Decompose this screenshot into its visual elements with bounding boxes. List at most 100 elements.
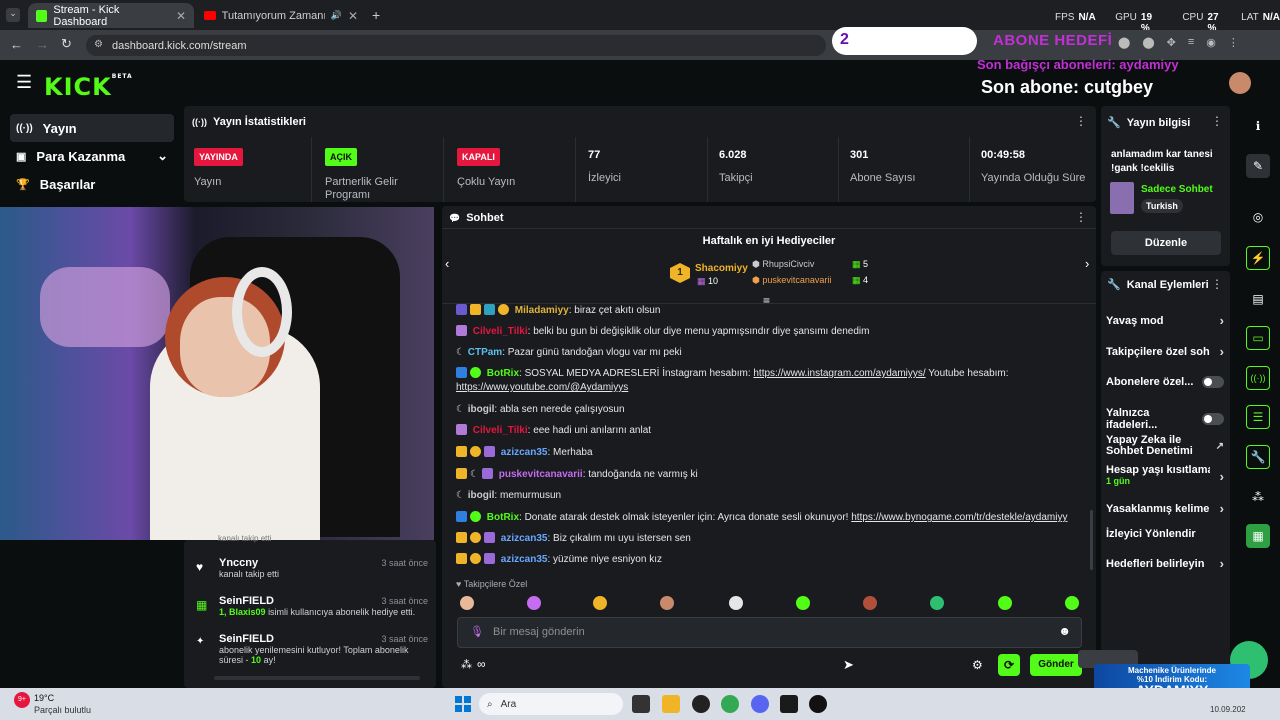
app-icon[interactable]: ▦	[1246, 524, 1270, 548]
extension-icon[interactable]: ⬤	[1142, 36, 1154, 49]
file-explorer-icon[interactable]	[662, 695, 680, 713]
infinity-icon[interactable]: ∞	[477, 657, 486, 671]
chat-username[interactable]: azizcan35	[501, 554, 548, 565]
menu-dots-icon[interactable]: ⋮	[1228, 36, 1239, 49]
emoji-icon[interactable]: ☻	[1058, 624, 1071, 638]
chat-link[interactable]: https://www.instagram.com/aydamiyys/	[753, 368, 925, 379]
chat-icon[interactable]: ▭	[1246, 326, 1270, 350]
chat-username[interactable]: puskevitcanavarii	[499, 469, 583, 480]
list-icon[interactable]: ☰	[1246, 405, 1270, 429]
chat-username[interactable]: Cilveli_Tilki	[473, 326, 528, 337]
chat-link[interactable]: https://www.bynogame.com/tr/destekle/ayd…	[851, 512, 1067, 523]
user-avatar[interactable]	[1229, 72, 1251, 94]
chat-username[interactable]: BotRix	[487, 368, 519, 379]
action-ai-moderation[interactable]: Yapay Zeka ile Sohbet Denetimi ↗	[1106, 435, 1224, 457]
subscribers-only-toggle[interactable]	[1202, 376, 1224, 388]
emote-icon[interactable]	[1065, 596, 1079, 610]
emote-icon[interactable]	[863, 596, 877, 610]
emote-icon[interactable]	[660, 596, 674, 610]
hamburger-menu-icon[interactable]: ☰	[16, 72, 32, 93]
chat-username[interactable]: BotRix	[487, 512, 519, 523]
task-view-icon[interactable]	[632, 695, 650, 713]
chat-menu-dots-icon[interactable]: ⋮	[1075, 210, 1087, 224]
action-account-age[interactable]: Hesap yaşı kısıtlaması1 gün ›	[1106, 465, 1224, 487]
emote-icon[interactable]	[593, 596, 607, 610]
chat-username[interactable]: ibogil	[468, 404, 495, 415]
kick-emote-button[interactable]: ⟳	[998, 654, 1020, 676]
category-name[interactable]: Sadece Sohbet	[1141, 184, 1213, 195]
gifter-name[interactable]: puskevitcanavarii	[762, 275, 831, 285]
chevron-left-icon[interactable]: ‹	[445, 256, 449, 271]
emotes-only-toggle[interactable]	[1202, 413, 1224, 425]
puzzle-icon[interactable]: ✥	[1167, 36, 1176, 49]
tab-list-chevron-icon[interactable]: ⌄	[6, 8, 20, 22]
chat-input[interactable]: 🎙 Bir mesaj gönderin ☻	[457, 617, 1082, 648]
target-icon[interactable]: ◎	[1246, 205, 1270, 229]
action-emotes-only[interactable]: Yalnızca ifadeleri...	[1106, 407, 1224, 431]
send-button[interactable]: Gönder	[1030, 654, 1082, 676]
url-field[interactable]: ⚙ dashboard.kick.com/stream	[86, 35, 826, 56]
nav-item-para-kazanma[interactable]: ▣ Para Kazanma ⌄	[10, 142, 174, 170]
profile-icon[interactable]: ◉	[1206, 36, 1216, 49]
chat-username[interactable]: azizcan35	[501, 533, 548, 544]
chevron-down-icon[interactable]: ⌄	[157, 148, 168, 164]
document-icon[interactable]: ▤	[1246, 287, 1270, 311]
microphone-icon[interactable]: 🎙	[470, 625, 484, 638]
emote-icon[interactable]	[527, 596, 541, 610]
action-subscribers-only[interactable]: Abonelere özel...	[1106, 376, 1224, 388]
action-set-goals[interactable]: Hedefleri belirleyin ›	[1106, 556, 1224, 571]
channel-actions-menu-dots-icon[interactable]: ⋮	[1211, 277, 1223, 291]
community-icon[interactable]: ⁂	[461, 658, 472, 671]
emote-icon[interactable]	[998, 596, 1012, 610]
action-raid[interactable]: İzleyici Yönlendir	[1106, 528, 1224, 540]
pencil-icon[interactable]: ✎	[1246, 154, 1270, 178]
action-followers-only[interactable]: Takipçilere özel sohb ›	[1106, 344, 1224, 359]
chat-scrollbar[interactable]	[1090, 510, 1093, 570]
community-icon[interactable]: ⁂	[1246, 485, 1270, 509]
back-arrow-icon[interactable]: ←	[10, 37, 23, 52]
stream-info-menu-dots-icon[interactable]: ⋮	[1211, 114, 1223, 128]
app-icon[interactable]	[780, 695, 798, 713]
extension-icon[interactable]: ⬤	[1118, 36, 1130, 49]
emote-icon[interactable]	[930, 596, 944, 610]
gear-icon[interactable]: ⚙	[972, 658, 983, 672]
weather-desc[interactable]: Parçalı bulutlu	[34, 705, 91, 715]
weather-temp[interactable]: 19°C	[34, 693, 54, 703]
lightning-icon[interactable]: ⚡	[1246, 246, 1270, 270]
windows-start-icon[interactable]	[455, 696, 471, 712]
gifter-name[interactable]: RhupsiCivciv	[762, 259, 814, 269]
discord-icon[interactable]	[751, 695, 769, 713]
broadcast-icon[interactable]: ((·))	[1246, 366, 1270, 390]
tab-kick-dashboard[interactable]: Stream - Kick Dashboard ✕	[28, 3, 194, 28]
chat-username[interactable]: Cilveli_Tilki	[473, 425, 528, 436]
nav-item-basarilar[interactable]: 🏆 Başarılar	[10, 170, 174, 198]
category-thumbnail[interactable]	[1110, 182, 1134, 214]
chat-link[interactable]: https://www.youtube.com/@Aydamiyys	[456, 382, 628, 393]
edit-button[interactable]: Düzenle	[1111, 231, 1221, 255]
chat-username[interactable]: ibogil	[468, 490, 495, 501]
chat-username[interactable]: CTPam	[468, 347, 502, 358]
wrench-icon[interactable]: 🔧	[1246, 445, 1270, 469]
taskbar-search[interactable]: ⌕ Ara	[479, 693, 623, 715]
emote-icon[interactable]	[460, 596, 474, 610]
site-info-icon[interactable]: ⚙	[94, 39, 103, 50]
close-tab-icon[interactable]: ✕	[176, 9, 186, 23]
kick-logo[interactable]: KICKBETA	[44, 73, 133, 101]
reload-icon[interactable]: ↻	[61, 36, 72, 52]
chrome-icon[interactable]	[721, 695, 739, 713]
emote-icon[interactable]	[796, 596, 810, 610]
activity-scrollbar[interactable]	[214, 676, 420, 680]
chat-username[interactable]: Miladamiyy	[515, 305, 569, 315]
tab-youtube[interactable]: Tutamıyorum Zamanı (Mahmu 🔊 ✕	[196, 3, 366, 28]
action-slow-mode[interactable]: Yavaş mod ›	[1106, 313, 1224, 328]
obs-icon[interactable]	[692, 695, 710, 713]
info-icon[interactable]: ℹ	[1246, 114, 1270, 138]
nav-item-yayin[interactable]: ((·)) Yayın	[10, 114, 174, 142]
playlist-icon[interactable]: ≡	[1188, 36, 1194, 49]
action-banned-words[interactable]: Yasaklanmış kelimele ›	[1106, 501, 1224, 516]
emote-icon[interactable]	[729, 596, 743, 610]
top-gifter-name[interactable]: Shacomiyy	[695, 263, 748, 274]
app-icon[interactable]	[809, 695, 827, 713]
close-tab-icon[interactable]: ✕	[348, 9, 358, 23]
speaker-icon[interactable]: 🔊	[331, 10, 342, 21]
